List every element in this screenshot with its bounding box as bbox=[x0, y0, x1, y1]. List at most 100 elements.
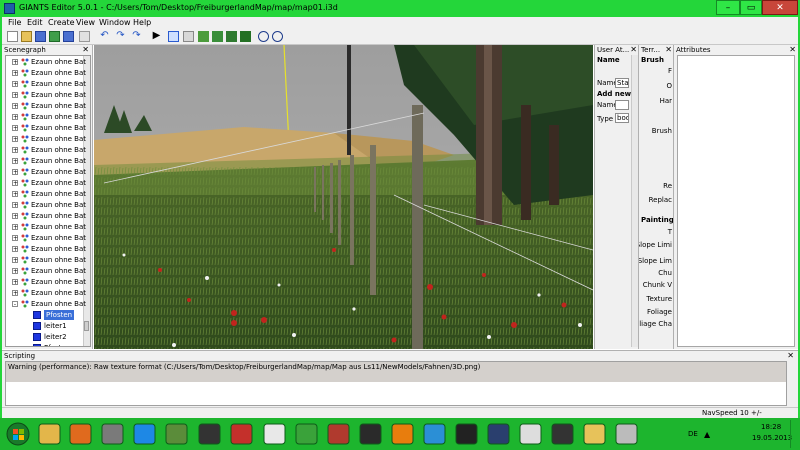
expand-icon[interactable]: + bbox=[12, 290, 18, 297]
tree-row[interactable]: + Ezaun ohne Bat bbox=[6, 145, 90, 155]
steam-icon[interactable] bbox=[358, 421, 383, 447]
script-output[interactable]: Warning (performance): Raw texture forma… bbox=[5, 361, 787, 406]
folder-icon[interactable] bbox=[582, 421, 607, 447]
tree-row[interactable]: + Ezaun ohne Bat bbox=[6, 244, 90, 254]
expand-icon[interactable]: + bbox=[12, 246, 18, 253]
type-select[interactable]: bool bbox=[615, 113, 629, 123]
expand-icon[interactable]: + bbox=[12, 191, 18, 198]
close-icon[interactable]: ✕ bbox=[630, 45, 637, 54]
select-mode-icon[interactable] bbox=[168, 31, 179, 42]
tree-row[interactable]: + Ezaun ohne Bat bbox=[6, 112, 90, 122]
giants-app-icon[interactable] bbox=[614, 421, 639, 447]
expand-icon[interactable]: + bbox=[12, 59, 18, 66]
clock-time[interactable]: 18:28 bbox=[761, 423, 781, 431]
blender-icon[interactable] bbox=[390, 421, 415, 447]
new-name-field[interactable] bbox=[615, 100, 629, 110]
language-indicator[interactable]: DE bbox=[688, 430, 698, 438]
expand-icon[interactable]: + bbox=[12, 213, 18, 220]
user-attributes-scrollbar[interactable] bbox=[631, 55, 638, 347]
tree-row[interactable]: + Ezaun ohne Bat bbox=[6, 134, 90, 144]
tree-row[interactable]: + Ezaun ohne Bat bbox=[6, 233, 90, 243]
start-orb-icon[interactable] bbox=[6, 421, 31, 447]
expand-icon[interactable]: + bbox=[12, 92, 18, 99]
expand-icon[interactable]: + bbox=[12, 125, 18, 132]
play-icon[interactable]: ▶ bbox=[151, 31, 162, 42]
close-button[interactable]: ✕ bbox=[762, 0, 798, 15]
giants-2012-icon[interactable] bbox=[229, 421, 254, 447]
tree-row[interactable]: + Ezaun ohne Bat bbox=[6, 178, 90, 188]
cut-icon[interactable] bbox=[79, 31, 90, 42]
terrain-paint-icon[interactable] bbox=[212, 31, 223, 42]
tree-row[interactable]: + Ezaun ohne Bat bbox=[6, 90, 90, 100]
title-bar[interactable]: GIANTS Editor 5.0.1 - C:/Users/Tom/Deskt… bbox=[0, 0, 800, 17]
tree-child-row[interactable]: Pfosten bbox=[6, 310, 90, 320]
open-folder-icon[interactable] bbox=[21, 31, 32, 42]
terrain-sculpt-icon[interactable] bbox=[198, 31, 209, 42]
expand-icon[interactable]: + bbox=[12, 103, 18, 110]
expand-icon[interactable]: + bbox=[12, 147, 18, 154]
harvester-icon[interactable] bbox=[326, 421, 351, 447]
media-player-icon[interactable] bbox=[68, 421, 93, 447]
scenegraph-tree[interactable]: + Ezaun ohne Bat + Ezaun ohne Bat + Ezaun ohn… bbox=[5, 55, 91, 347]
close-icon[interactable]: ✕ bbox=[665, 45, 672, 54]
explorer-icon[interactable] bbox=[37, 421, 62, 447]
expand-icon[interactable]: + bbox=[12, 114, 18, 121]
foliage-paint-icon[interactable] bbox=[226, 31, 237, 42]
new-file-icon[interactable] bbox=[7, 31, 18, 42]
show-hidden-icons-icon[interactable]: ▲ bbox=[704, 430, 710, 439]
clock-date[interactable]: 19.05.2013 bbox=[752, 434, 792, 442]
expand-icon[interactable]: + bbox=[12, 235, 18, 242]
expand-icon[interactable]: + bbox=[12, 81, 18, 88]
expand-icon[interactable]: + bbox=[12, 202, 18, 209]
redo-alt-icon[interactable]: ↷ bbox=[131, 31, 142, 42]
move-mode-icon[interactable] bbox=[183, 31, 194, 42]
undo-icon[interactable]: ↶ bbox=[99, 31, 110, 42]
camera-icon[interactable] bbox=[272, 31, 283, 42]
close-icon[interactable]: ✕ bbox=[789, 45, 796, 54]
expand-icon[interactable]: + bbox=[12, 70, 18, 77]
tree-child-row[interactable]: Pfosten bbox=[6, 343, 90, 346]
game-2-icon[interactable] bbox=[454, 421, 479, 447]
tree-row[interactable]: + Ezaun ohne Bat bbox=[6, 211, 90, 221]
save-all-icon[interactable] bbox=[49, 31, 60, 42]
expand-icon[interactable]: + bbox=[12, 169, 18, 176]
chrome-icon[interactable] bbox=[262, 421, 287, 447]
menu-create[interactable]: Create bbox=[48, 18, 75, 27]
close-icon[interactable]: ✕ bbox=[787, 351, 794, 360]
minimize-button[interactable]: – bbox=[716, 0, 740, 15]
show-desktop-button[interactable] bbox=[790, 420, 799, 448]
menu-window[interactable]: Window bbox=[99, 18, 131, 27]
tools-icon[interactable] bbox=[100, 421, 125, 447]
farming-tractor-icon[interactable] bbox=[294, 421, 319, 447]
tree-row[interactable]: + Ezaun ohne Bat bbox=[6, 101, 90, 111]
tree-row[interactable]: + Ezaun ohne Bat bbox=[6, 288, 90, 298]
tree-row[interactable]: + Ezaun ohne Bat bbox=[6, 123, 90, 133]
export-icon[interactable] bbox=[63, 31, 74, 42]
steam-tray-icon[interactable] bbox=[550, 421, 575, 447]
collapse-icon[interactable]: - bbox=[12, 301, 18, 308]
tree-child-row[interactable]: leiter2 bbox=[6, 332, 90, 342]
close-icon[interactable]: ✕ bbox=[82, 45, 89, 54]
expand-icon[interactable]: + bbox=[12, 279, 18, 286]
tree-row[interactable]: + Ezaun ohne Bat bbox=[6, 68, 90, 78]
tree-row[interactable]: + Ezaun ohne Bat bbox=[6, 277, 90, 287]
foliage-brush-icon[interactable] bbox=[240, 31, 251, 42]
tree-row[interactable]: + Ezaun ohne Bat bbox=[6, 255, 90, 265]
tree-row[interactable]: + Ezaun ohne Bat bbox=[6, 57, 90, 67]
redo-icon[interactable]: ↷ bbox=[115, 31, 126, 42]
tree-row[interactable]: + Ezaun ohne Bat bbox=[6, 79, 90, 89]
tree-row[interactable]: + Ezaun ohne Bat bbox=[6, 189, 90, 199]
menu-edit[interactable]: Edit bbox=[27, 18, 43, 27]
game-99-icon[interactable] bbox=[197, 421, 222, 447]
expand-icon[interactable]: + bbox=[12, 224, 18, 231]
expand-icon[interactable]: + bbox=[12, 180, 18, 187]
3d-viewport[interactable] bbox=[94, 45, 593, 349]
expand-icon[interactable]: + bbox=[12, 136, 18, 143]
tree-row[interactable]: - Ezaun ohne Bat bbox=[6, 299, 90, 309]
attributes-content[interactable] bbox=[677, 55, 795, 347]
tree-row[interactable]: + Ezaun ohne Bat bbox=[6, 266, 90, 276]
giants-editor-icon[interactable] bbox=[422, 421, 447, 447]
menu-help[interactable]: Help bbox=[133, 18, 151, 27]
internet-explorer-icon[interactable] bbox=[132, 421, 157, 447]
save-icon[interactable] bbox=[35, 31, 46, 42]
